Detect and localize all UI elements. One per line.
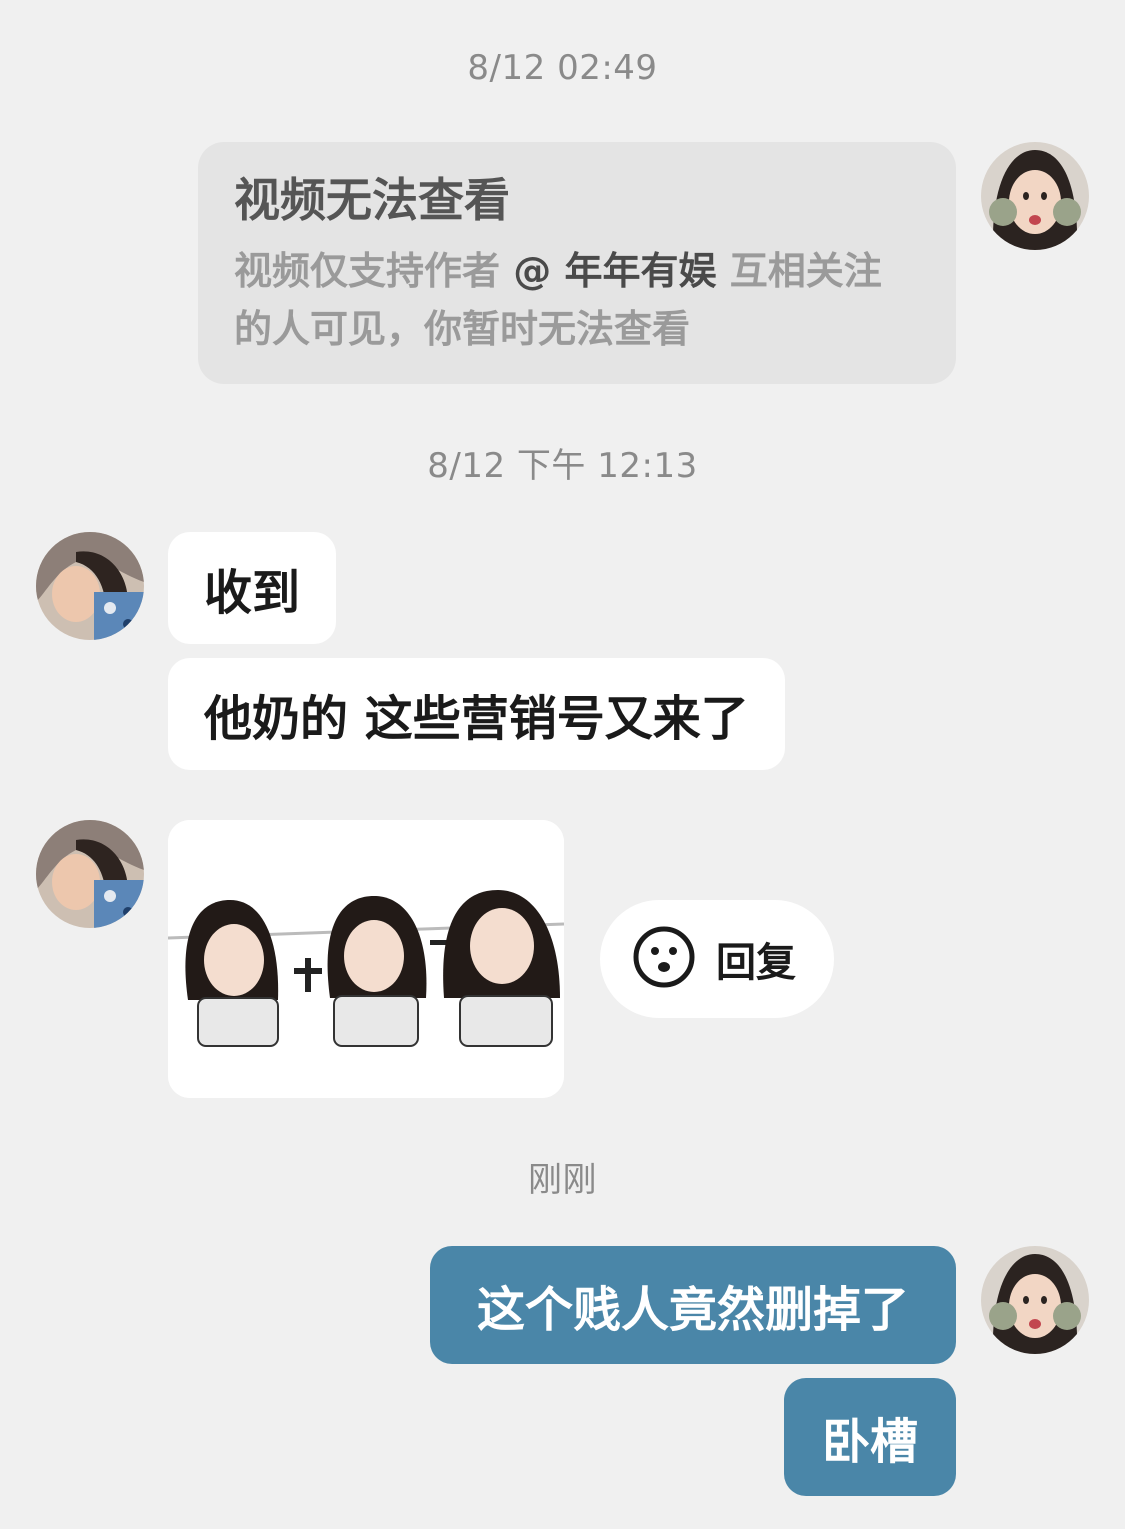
card-desc-line2: 的人可见，你暂时无法查看 [234, 307, 691, 351]
card-title: 视频无法查看 [234, 173, 510, 227]
timestamp: 刚刚 [528, 1160, 597, 1200]
smiley-face-icon [632, 925, 696, 993]
incoming-message[interactable]: 他奶的 这些营销号又来了 [168, 658, 785, 770]
outgoing-message[interactable]: 卧槽 [784, 1378, 956, 1496]
timestamp: 8/12 下午 12:13 [427, 446, 698, 486]
outgoing-message[interactable]: 这个贱人竟然删掉了 [430, 1246, 956, 1364]
incoming-message[interactable]: 收到 [168, 532, 337, 644]
reply-label: 回复 [716, 940, 796, 986]
card-desc-suffix: 互相关注 [729, 249, 882, 293]
video-unavailable-card[interactable]: 视频无法查看 视频仅支持作者 @ 年年有娱 互相关注 的人可见，你暂时无法查看 [198, 142, 956, 384]
friend-avatar[interactable] [36, 532, 144, 640]
card-desc-prefix: 视频仅支持作者 [234, 249, 501, 293]
friend-avatar[interactable] [36, 820, 144, 928]
my-avatar[interactable] [981, 1246, 1089, 1354]
sticker-image[interactable] [168, 820, 564, 1098]
timestamp: 8/12 02:49 [467, 48, 658, 88]
my-avatar[interactable] [981, 142, 1089, 250]
author-mention[interactable]: @ 年年有娱 [513, 249, 716, 293]
reply-button[interactable]: 回复 [600, 900, 834, 1018]
card-description: 视频仅支持作者 @ 年年有娱 互相关注 的人可见，你暂时无法查看 [234, 242, 920, 358]
